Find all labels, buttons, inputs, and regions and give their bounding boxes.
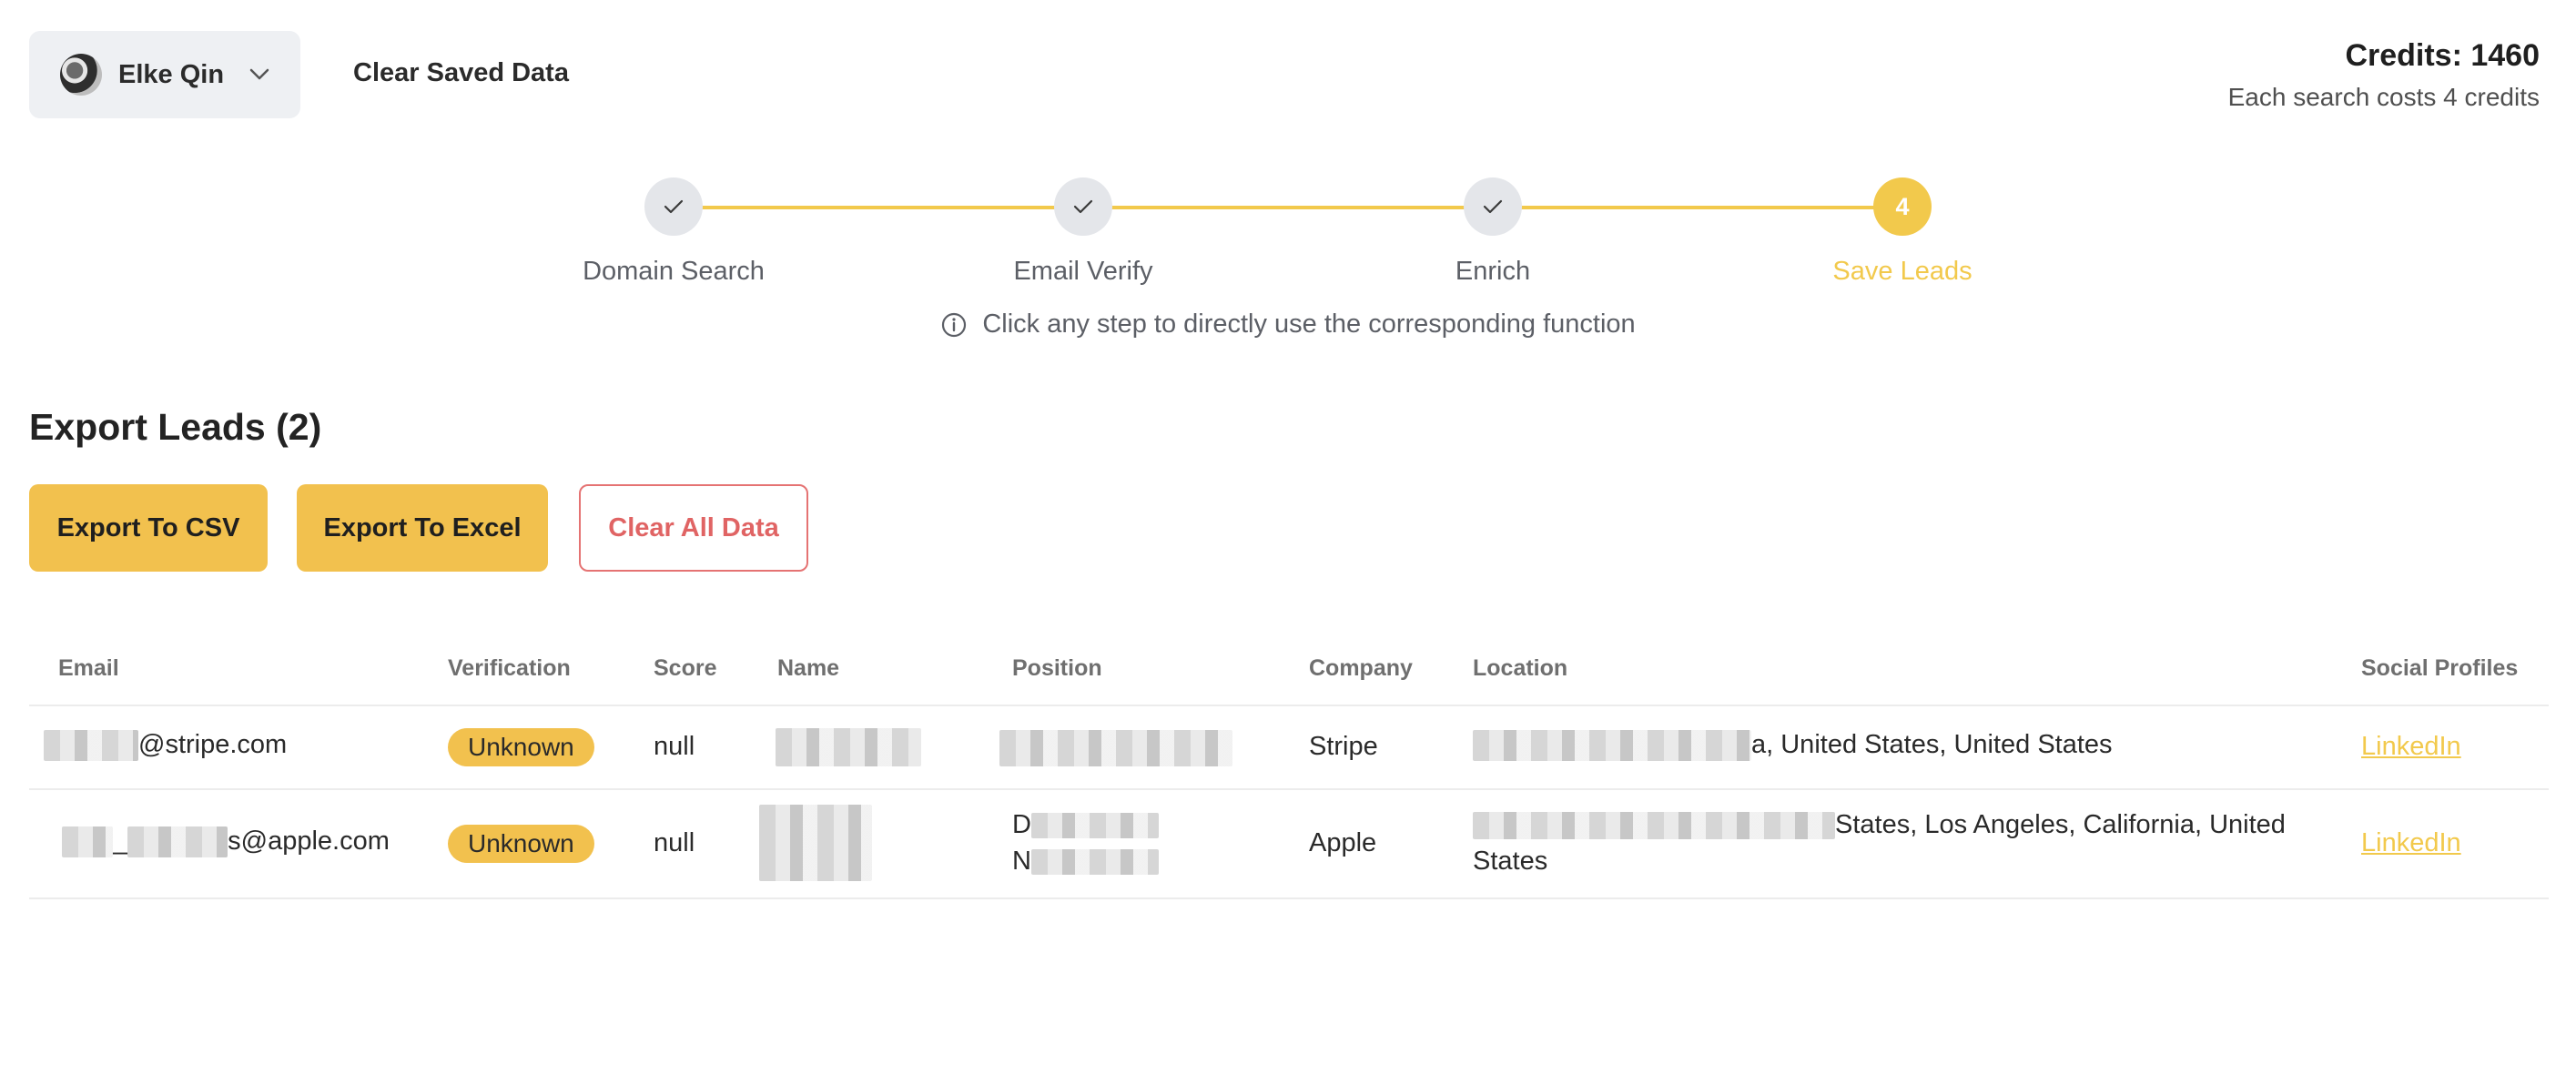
step-email-verify-label[interactable]: Email Verify bbox=[1013, 257, 1152, 287]
step-domain-search-circle[interactable] bbox=[644, 177, 703, 236]
export-excel-button[interactable]: Export To Excel bbox=[297, 484, 548, 572]
table-row: @stripe.com Unknown null Stripe a, Unite… bbox=[29, 706, 2549, 790]
avatar bbox=[60, 54, 102, 96]
column-header-score: Score bbox=[654, 655, 717, 681]
user-menu-button[interactable]: Elke Qin bbox=[29, 31, 300, 118]
column-header-location: Location bbox=[1473, 655, 1568, 681]
step-save-leads-circle[interactable]: 4 bbox=[1873, 177, 1932, 236]
email-fragment: _ bbox=[113, 826, 128, 856]
user-name: Elke Qin bbox=[118, 59, 225, 89]
step-save-leads-label[interactable]: Save Leads bbox=[1832, 257, 1972, 287]
clear-all-data-button[interactable]: Clear All Data bbox=[579, 484, 808, 572]
column-header-email: Email bbox=[58, 655, 119, 681]
score-cell: null bbox=[654, 828, 695, 857]
step-domain-search-label[interactable]: Domain Search bbox=[583, 257, 765, 287]
section-title: Export Leads (2) bbox=[29, 406, 322, 448]
company-cell: Apple bbox=[1309, 828, 1377, 857]
redacted-text bbox=[1030, 849, 1159, 876]
column-header-position: Position bbox=[1012, 655, 1102, 681]
column-header-verification: Verification bbox=[448, 655, 571, 681]
status-badge: Unknown bbox=[448, 825, 594, 863]
location-cell: a, United States, United States bbox=[1473, 730, 2113, 762]
table-row: _ s@apple.com Unknown null D N Apple Stat… bbox=[29, 790, 2549, 899]
credits-panel: Credits: 1460 Each search costs 4 credit… bbox=[2228, 38, 2540, 112]
redacted-text bbox=[1473, 812, 1835, 840]
email-domain: @stripe.com bbox=[138, 730, 288, 759]
check-icon bbox=[1483, 199, 1503, 214]
position-fragment: N bbox=[1012, 847, 1031, 876]
column-header-company: Company bbox=[1309, 655, 1413, 681]
score-cell: null bbox=[654, 732, 695, 761]
table-header: Email Verification Score Name Position C… bbox=[29, 632, 2549, 706]
email-cell: @stripe.com bbox=[44, 730, 288, 762]
info-icon bbox=[940, 311, 968, 339]
chevron-down-icon bbox=[248, 63, 271, 86]
check-icon bbox=[1073, 199, 1093, 214]
redacted-text bbox=[44, 730, 138, 762]
redacted-text bbox=[1030, 813, 1159, 839]
company-cell: Stripe bbox=[1309, 732, 1378, 761]
location-cell: States, Los Angeles, California, United … bbox=[1473, 806, 2310, 879]
step-enrich-label[interactable]: Enrich bbox=[1455, 257, 1530, 287]
email-cell: _ s@apple.com bbox=[62, 826, 390, 858]
credits-count: Credits: 1460 bbox=[2345, 38, 2540, 73]
column-header-social-profiles: Social Profiles bbox=[2361, 655, 2519, 681]
redacted-text bbox=[1473, 730, 1751, 762]
email-domain: s@apple.com bbox=[228, 826, 390, 856]
check-icon bbox=[664, 199, 684, 214]
redacted-name bbox=[776, 728, 921, 766]
linkedin-link[interactable]: LinkedIn bbox=[2361, 828, 2461, 858]
export-csv-button[interactable]: Export To CSV bbox=[29, 484, 268, 572]
progress-stepper: 4 Domain Search Email Verify Enrich Save… bbox=[0, 173, 2576, 300]
column-header-name: Name bbox=[777, 655, 840, 681]
redacted-text bbox=[127, 826, 228, 858]
step-connector bbox=[674, 206, 1083, 209]
linkedin-link[interactable]: LinkedIn bbox=[2361, 732, 2461, 762]
status-badge: Unknown bbox=[448, 728, 594, 766]
step-enrich-circle[interactable] bbox=[1464, 177, 1522, 236]
step-email-verify-circle[interactable] bbox=[1054, 177, 1112, 236]
position-cell: D N bbox=[1012, 806, 1159, 879]
step-connector bbox=[1083, 206, 1493, 209]
page: Elke Qin Clear Saved Data Credits: 1460 … bbox=[0, 0, 2576, 1085]
location-visible: a, United States, United States bbox=[1751, 730, 2113, 759]
position-fragment: D bbox=[1012, 810, 1031, 839]
redacted-name bbox=[759, 805, 872, 881]
redacted-text bbox=[62, 826, 113, 858]
step-connector bbox=[1493, 206, 1902, 209]
leads-table: Email Verification Score Name Position C… bbox=[29, 632, 2549, 899]
hint-text: Click any step to directly use the corre… bbox=[982, 309, 1636, 339]
credits-cost-note: Each search costs 4 credits bbox=[2227, 83, 2540, 111]
clear-saved-data-button[interactable]: Clear Saved Data bbox=[353, 58, 569, 88]
stepper-hint: Click any step to directly use the corre… bbox=[0, 309, 2576, 340]
redacted-position bbox=[999, 730, 1232, 766]
